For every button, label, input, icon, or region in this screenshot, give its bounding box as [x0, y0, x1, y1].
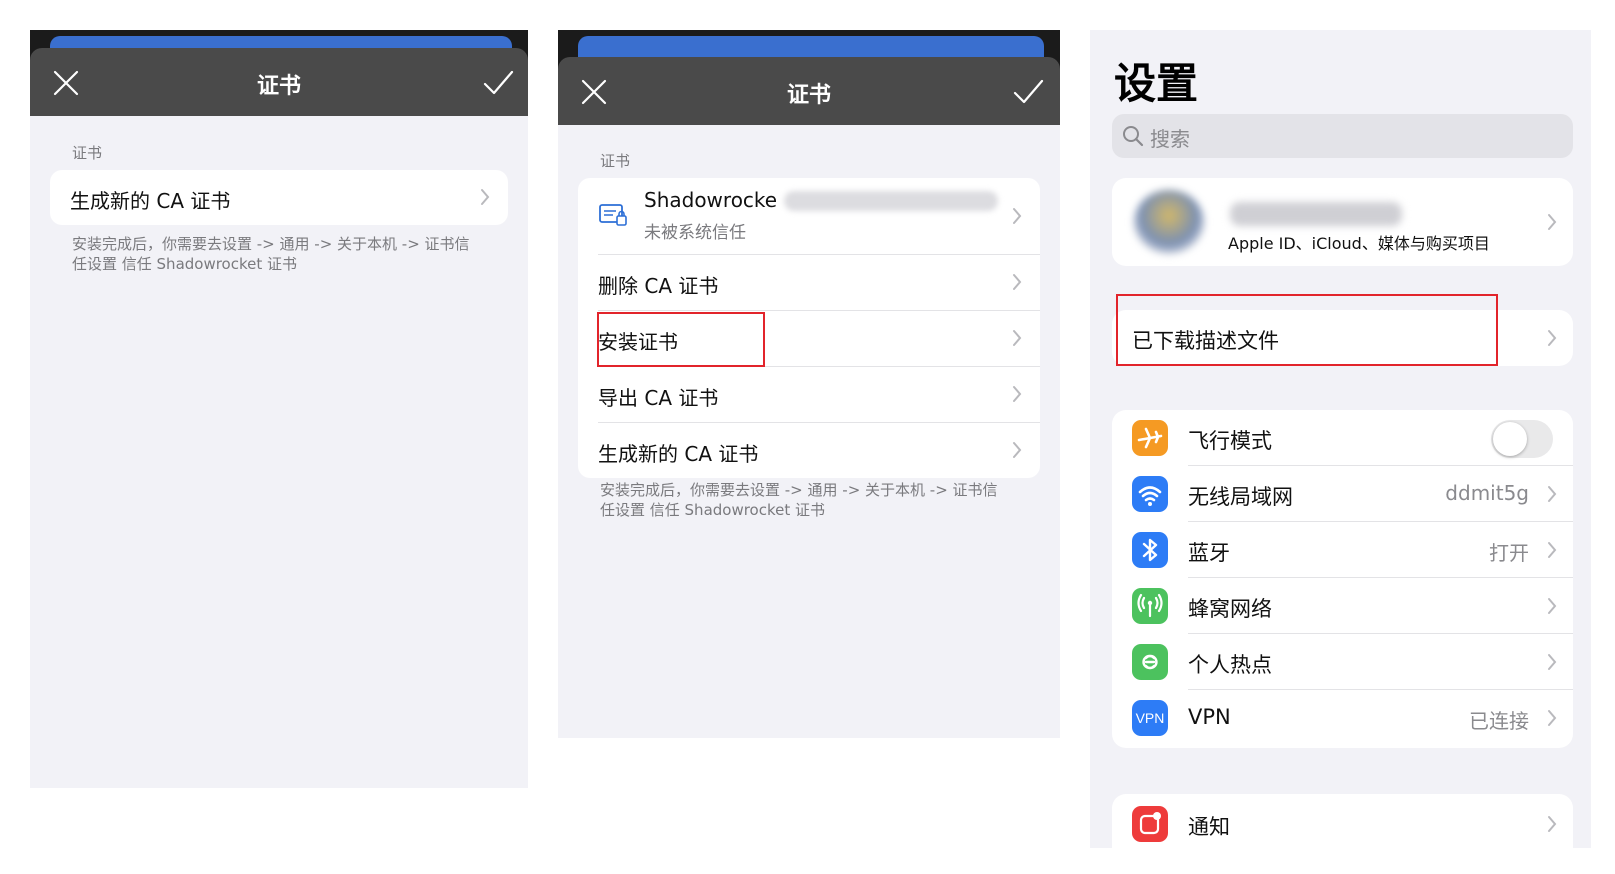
highlight-box — [1116, 294, 1498, 366]
airplane-icon — [1132, 420, 1168, 456]
sheet-title: 证书 — [256, 74, 301, 99]
row-value: 打开 — [1489, 541, 1529, 565]
search-input[interactable]: 搜索 — [1112, 114, 1573, 158]
certificate-screen-1: 证书 证书 生成新的 CA 证书 安装完成后，你需要去设置 -> 通用 -> 关… — [30, 30, 528, 788]
wifi-icon — [1132, 476, 1168, 512]
certificate-icon — [599, 204, 627, 226]
sheet-header: 证书 — [30, 48, 528, 116]
chevron-right-icon — [1548, 214, 1557, 230]
certificate-item[interactable]: Shadowrocke 未被系统信任 — [598, 178, 1040, 255]
chevron-right-icon — [1548, 654, 1557, 670]
chevron-right-icon — [1013, 330, 1022, 346]
generate-ca-row[interactable]: 生成新的 CA 证书 — [598, 423, 1040, 478]
account-card[interactable]: Apple ID、iCloud、媒体与购买项目 — [1112, 178, 1573, 266]
chevron-right-icon — [1013, 442, 1022, 458]
avatar — [1134, 190, 1204, 254]
vpn-icon: VPN — [1132, 700, 1168, 736]
airplane-mode-toggle[interactable] — [1491, 420, 1553, 458]
notifications-row[interactable]: 通知 — [1112, 794, 1573, 848]
checkmark-icon[interactable] — [482, 66, 514, 98]
highlight-box — [597, 312, 765, 367]
footer-note: 安装完成后，你需要去设置 -> 通用 -> 关于本机 -> 证书信任设置 信任 … — [72, 235, 470, 273]
blurred-account-name — [1230, 202, 1402, 226]
row-label: 无线局域网 — [1188, 485, 1293, 509]
chevron-right-icon — [1548, 816, 1557, 832]
cellular-row[interactable]: 蜂窝网络 — [1112, 578, 1573, 634]
search-placeholder: 搜索 — [1150, 127, 1190, 151]
row-value: ddmit5g — [1445, 481, 1529, 505]
account-subtitle: Apple ID、iCloud、媒体与购买项目 — [1228, 234, 1490, 253]
row-label: 蜂窝网络 — [1188, 597, 1272, 621]
certificate-group: 生成新的 CA 证书 — [50, 170, 508, 225]
checkmark-icon[interactable] — [1012, 75, 1044, 107]
row-label: 个人热点 — [1188, 653, 1272, 677]
hotspot-icon — [1132, 644, 1168, 680]
certificate-status: 未被系统信任 — [644, 223, 746, 243]
bluetooth-row[interactable]: 蓝牙 打开 — [1112, 522, 1573, 578]
search-icon — [1123, 126, 1144, 147]
page-title: 设置 — [1114, 59, 1199, 108]
export-ca-row[interactable]: 导出 CA 证书 — [598, 367, 1040, 423]
chevron-right-icon — [1548, 710, 1557, 726]
row-value: 已连接 — [1469, 709, 1529, 733]
delete-ca-row[interactable]: 删除 CA 证书 — [598, 255, 1040, 311]
row-label: 飞行模式 — [1188, 429, 1272, 453]
bluetooth-icon — [1132, 532, 1168, 568]
chevron-right-icon — [1548, 598, 1557, 614]
notification-icon — [1132, 806, 1168, 842]
connectivity-group: 飞行模式 无线局域网 ddmit5g 蓝牙 打开 蜂窝网络 个人热点 VPN V… — [1112, 410, 1573, 748]
notifications-group: 通知 — [1112, 794, 1573, 848]
chevron-right-icon — [1548, 330, 1557, 346]
blurred-timestamp — [784, 191, 998, 211]
sheet-title: 证书 — [786, 83, 831, 108]
section-label: 证书 — [72, 144, 103, 162]
row-label: 生成新的 CA 证书 — [598, 442, 759, 466]
certificate-screen-2: 证书 证书 Shadowrocke 未被系统信任 删除 CA 证书 安装证书 导… — [558, 30, 1060, 738]
row-label: 生成新的 CA 证书 — [70, 189, 231, 213]
row-label: 蓝牙 — [1188, 541, 1230, 565]
chevron-right-icon — [481, 189, 490, 205]
wifi-row[interactable]: 无线局域网 ddmit5g — [1112, 466, 1573, 522]
footer-note: 安装完成后，你需要去设置 -> 通用 -> 关于本机 -> 证书信任设置 信任 … — [600, 481, 998, 519]
sheet-header: 证书 — [558, 57, 1060, 125]
chevron-right-icon — [1548, 486, 1557, 502]
row-label: 删除 CA 证书 — [598, 274, 719, 298]
hotspot-row[interactable]: 个人热点 — [1112, 634, 1573, 690]
chevron-right-icon — [1013, 274, 1022, 290]
toggle-knob — [1493, 422, 1527, 456]
chevron-right-icon — [1013, 208, 1022, 224]
chevron-right-icon — [1013, 386, 1022, 402]
vpn-row[interactable]: VPN VPN 已连接 — [1112, 690, 1573, 746]
generate-ca-row[interactable]: 生成新的 CA 证书 — [70, 170, 508, 225]
settings-screen: 设置 搜索 Apple ID、iCloud、媒体与购买项目 已下载描述文件 飞行… — [1090, 30, 1591, 848]
airplane-mode-row: 飞行模式 — [1112, 410, 1573, 466]
section-label: 证书 — [600, 152, 631, 170]
row-label: 导出 CA 证书 — [598, 386, 719, 410]
background-bar — [578, 36, 1044, 58]
chevron-right-icon — [1548, 542, 1557, 558]
row-label: 通知 — [1188, 815, 1230, 839]
cellular-icon — [1132, 588, 1168, 624]
row-label: VPN — [1188, 705, 1231, 729]
certificate-name: Shadowrocke — [644, 188, 778, 212]
